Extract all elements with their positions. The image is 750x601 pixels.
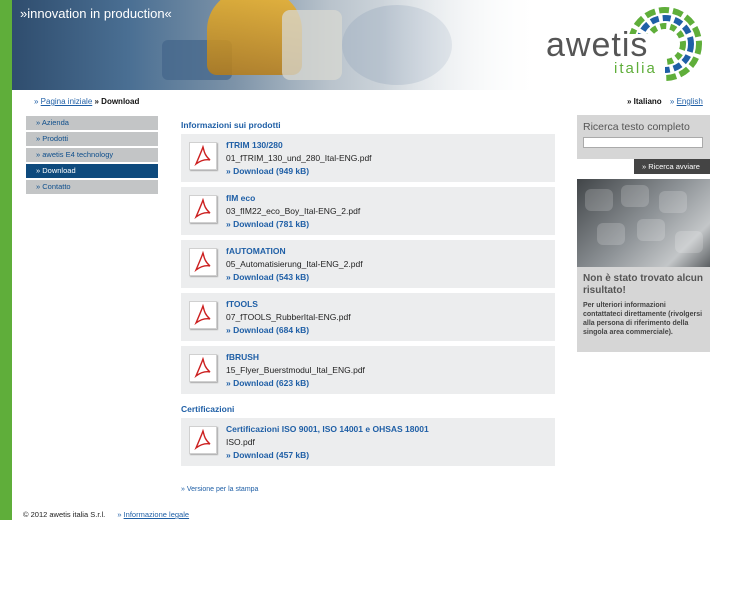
cert-title-link[interactable]: Certificazioni ISO 9001, ISO 14001 e OHS… <box>226 424 429 434</box>
download-link[interactable]: » Download (623 kB) <box>226 378 309 388</box>
right-column: Ricerca testo completo » Ricerca avviare… <box>577 115 710 352</box>
download-link[interactable]: » Download (543 kB) <box>226 272 309 282</box>
download-filename: 03_fIM22_eco_Boy_Ital-ENG_2.pdf <box>226 206 361 216</box>
teaser-title: Non è stato trovato alcun risultato! <box>583 273 704 296</box>
teaser-body: Per ulteriori informazioni contattateci … <box>583 302 703 336</box>
copyright-text: © 2012 awetis italia S.r.l. <box>23 510 106 519</box>
nav-item-e4-technology[interactable]: » awetis E4 technology <box>26 148 158 162</box>
download-title-link[interactable]: fTOOLS <box>226 299 258 309</box>
cert-download-card: Certificazioni ISO 9001, ISO 14001 e OHS… <box>181 418 555 466</box>
breadcrumb: » Pagina iniziale » Download <box>34 97 140 106</box>
pdf-icon[interactable] <box>189 248 217 276</box>
nav-item-contatto[interactable]: » Contatto <box>26 180 158 194</box>
pdf-icon[interactable] <box>189 195 217 223</box>
search-box: Ricerca testo completo <box>577 115 710 159</box>
download-card: fTRIM 130/280 01_fTRIM_130_und_280_Ital-… <box>181 134 555 182</box>
left-accent-bar <box>0 0 12 520</box>
nav-item-azienda[interactable]: » Azienda <box>26 116 158 130</box>
nav-item-download[interactable]: » Download <box>26 164 158 178</box>
print-version-link[interactable]: » Versione per la stampa <box>181 486 258 493</box>
download-card: fTOOLS 07_fTOOLS_RubberItal-ENG.pdf » Do… <box>181 293 555 341</box>
download-link[interactable]: » Download (684 kB) <box>226 325 309 335</box>
download-filename: 07_fTOOLS_RubberItal-ENG.pdf <box>226 312 351 322</box>
awetis-logo[interactable]: awetis italia <box>546 4 706 86</box>
breadcrumb-current: » Download <box>94 97 140 106</box>
nav-item-prodotti[interactable]: » Prodotti <box>26 132 158 146</box>
download-link[interactable]: » Download (781 kB) <box>226 219 309 229</box>
pdf-icon[interactable] <box>189 142 217 170</box>
search-title: Ricerca testo completo <box>583 121 690 133</box>
download-filename: 01_fTRIM_130_und_280_Ital-ENG.pdf <box>226 153 372 163</box>
cert-download-link[interactable]: » Download (457 kB) <box>226 450 309 460</box>
pdf-icon[interactable] <box>189 426 217 454</box>
side-nav: » Azienda » Prodotti » awetis E4 technol… <box>26 116 158 196</box>
legal-info-link[interactable]: » Informazione legale <box>117 510 189 519</box>
language-switch: » Italiano » English <box>627 97 703 106</box>
site-header: »innovation in production« awetis italia <box>12 0 750 90</box>
download-card: fIM eco 03_fIM22_eco_Boy_Ital-ENG_2.pdf … <box>181 187 555 235</box>
search-button[interactable]: » Ricerca avviare <box>634 159 710 174</box>
download-card: fAUTOMATION 05_Automatisierung_Ital-ENG_… <box>181 240 555 288</box>
search-input[interactable] <box>583 137 703 148</box>
download-title-link[interactable]: fAUTOMATION <box>226 246 286 256</box>
breadcrumb-home-link[interactable]: Pagina iniziale <box>41 97 93 106</box>
download-title-link[interactable]: fIM eco <box>226 193 255 203</box>
pdf-icon[interactable] <box>189 354 217 382</box>
header-hero-image: »innovation in production« <box>12 0 542 90</box>
header-tagline: »innovation in production« <box>20 6 172 21</box>
cert-section-title: Certificazioni <box>181 404 235 414</box>
language-english-link[interactable]: » English <box>670 97 703 106</box>
main-content: Informazioni sui prodotti fTRIM 130/280 … <box>181 120 555 471</box>
cert-filename: ISO.pdf <box>226 437 255 447</box>
download-title-link[interactable]: fTRIM 130/280 <box>226 140 283 150</box>
download-title-link[interactable]: fBRUSH <box>226 352 259 362</box>
language-current: » Italiano <box>627 97 662 106</box>
products-section-title: Informazioni sui prodotti <box>181 120 281 130</box>
download-card: fBRUSH 15_Flyer_Buerstmodul_Ital_ENG.pdf… <box>181 346 555 394</box>
footer: © 2012 awetis italia S.r.l. » Informazio… <box>23 510 189 519</box>
pdf-icon[interactable] <box>189 301 217 329</box>
logo-sub: italia <box>614 60 657 77</box>
download-filename: 15_Flyer_Buerstmodul_Ital_ENG.pdf <box>226 365 365 375</box>
download-link[interactable]: » Download (949 kB) <box>226 166 309 176</box>
no-results-teaser: Non è stato trovato alcun risultato! Per… <box>577 179 710 352</box>
puzzle-image <box>577 179 710 267</box>
download-filename: 05_Automatisierung_Ital-ENG_2.pdf <box>226 259 363 269</box>
